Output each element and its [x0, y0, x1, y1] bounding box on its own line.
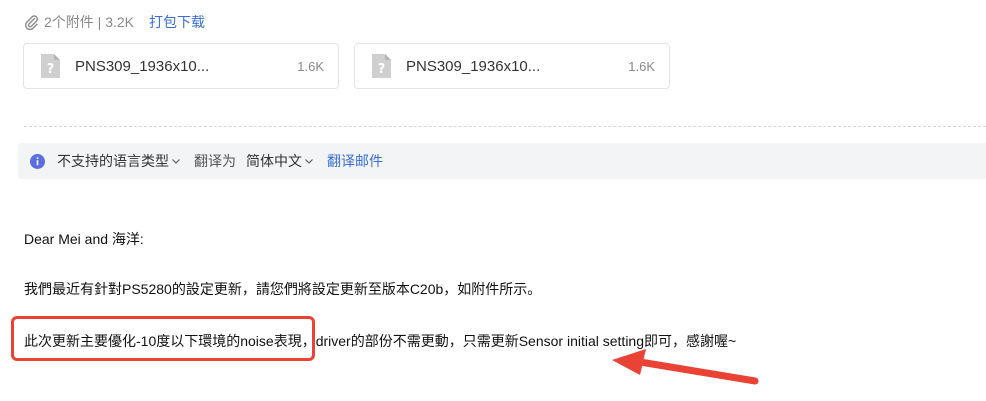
translate-to-label: 翻译为	[194, 153, 236, 169]
attachment-size: 1.6K	[628, 58, 655, 74]
chevron-down-icon	[172, 158, 180, 164]
annotation-highlight-box	[11, 316, 315, 361]
translate-bar: 不支持的语言类型 翻译为 简体中文 翻译邮件	[18, 143, 986, 179]
info-icon	[30, 153, 45, 169]
mail-paragraph: 我們最近有針對PS5280的設定更新，請您們將設定更新至版本C20b，如附件所示…	[24, 281, 542, 297]
paperclip-icon	[24, 15, 38, 30]
target-language-dropdown[interactable]: 简体中文	[246, 151, 313, 171]
divider	[24, 126, 986, 127]
file-unknown-icon: ?	[372, 54, 391, 78]
attachment-card[interactable]: ? PNS309_1936x10... 1.6K	[23, 43, 339, 89]
source-language-label: 不支持的语言类型	[57, 153, 169, 169]
svg-text:?: ?	[47, 62, 55, 77]
attachment-summary: 2个附件 | 3.2K	[44, 14, 135, 30]
attachment-header: 2个附件 | 3.2K 打包下载	[24, 12, 205, 32]
mail-greeting: Dear Mei and 海洋:	[24, 231, 144, 247]
annotation-arrow-icon	[612, 349, 759, 385]
attachment-card[interactable]: ? PNS309_1936x10... 1.6K	[354, 43, 670, 89]
translate-mail-link[interactable]: 翻译邮件	[327, 151, 383, 171]
attachment-name: PNS309_1936x10...	[406, 57, 541, 75]
chevron-down-icon	[305, 158, 313, 164]
svg-text:?: ?	[378, 62, 386, 77]
attachment-size: 1.6K	[297, 58, 324, 74]
attachment-name: PNS309_1936x10...	[75, 57, 210, 75]
file-unknown-icon: ?	[41, 54, 60, 78]
mail-view: 2个附件 | 3.2K 打包下载 ? PNS309_1936x10... 1.6…	[0, 0, 986, 401]
download-all-link[interactable]: 打包下载	[149, 12, 205, 32]
source-language-dropdown[interactable]: 不支持的语言类型	[57, 151, 180, 171]
target-language-label: 简体中文	[246, 153, 302, 169]
